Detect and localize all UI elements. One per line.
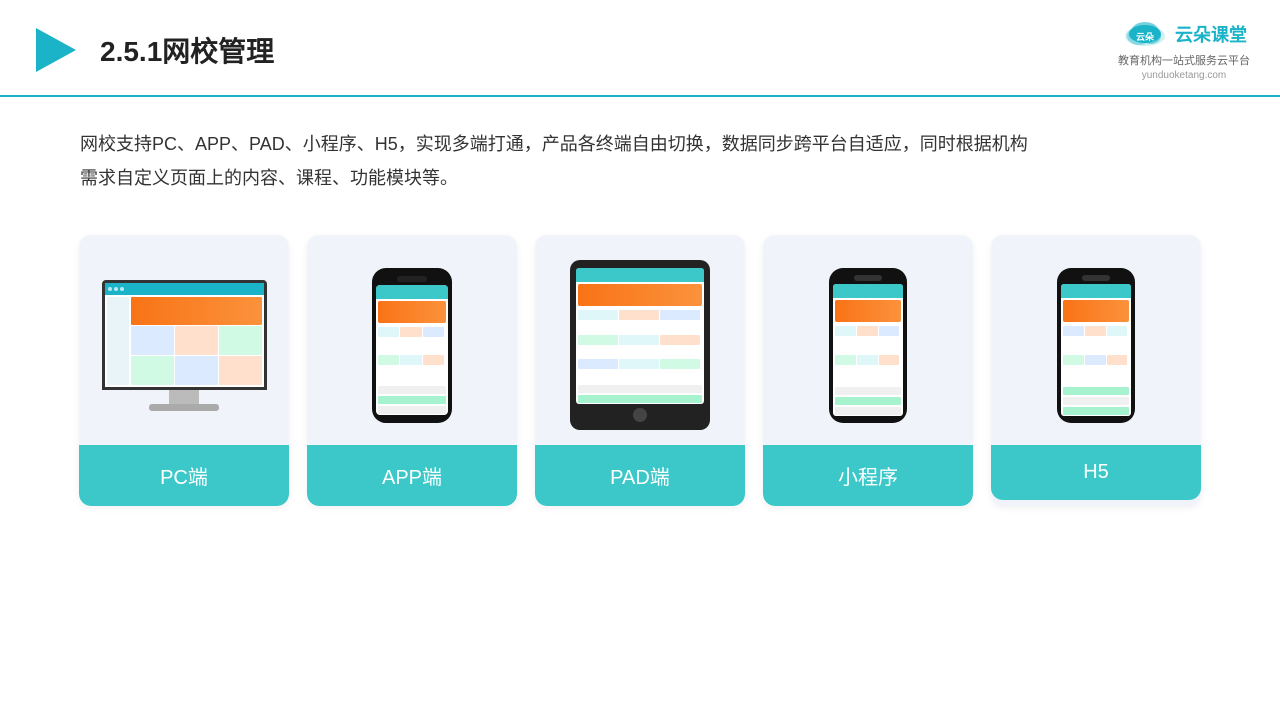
page-title: 2.5.1网校管理 (100, 30, 274, 70)
phone-screen-app (376, 285, 448, 415)
card-pad-label: PAD端 (535, 445, 745, 506)
phone-sm-screen (833, 284, 903, 416)
card-miniapp-image (763, 235, 973, 445)
card-miniapp-label: 小程序 (763, 445, 973, 506)
card-pc: PC端 (79, 235, 289, 506)
header-left: 2.5.1网校管理 (30, 24, 274, 76)
card-pad-image (535, 235, 745, 445)
cloud-icon: 云朵 (1121, 18, 1169, 50)
card-pc-image (79, 235, 289, 445)
card-h5: H5 (991, 235, 1201, 506)
card-miniapp: 小程序 (763, 235, 973, 506)
phone-h5-notch (1082, 275, 1110, 281)
pc-monitor (102, 280, 267, 411)
phone-h5-screen (1061, 284, 1131, 416)
phone-sm-notch (854, 275, 882, 281)
logo-tagline: 教育机构一站式服务云平台 (1118, 52, 1250, 68)
card-app-image (307, 235, 517, 445)
logo-name: 云朵课堂 (1175, 21, 1247, 47)
card-app-label: APP端 (307, 445, 517, 506)
play-icon (30, 24, 82, 76)
card-pad: PAD端 (535, 235, 745, 506)
tablet-mockup (570, 260, 710, 430)
phone-miniapp (829, 268, 907, 423)
card-app: APP端 (307, 235, 517, 506)
tablet-home-button (633, 408, 647, 422)
card-h5-label: H5 (991, 445, 1201, 500)
description: 网校支持PC、APP、PAD、小程序、H5，实现多端打通，产品各终端自由切换，数… (0, 97, 1280, 215)
logo-area: 云朵 云朵课堂 教育机构一站式服务云平台 yunduoketang.com (1118, 18, 1250, 81)
phone-mockup-app (372, 268, 452, 423)
logo-cloud: 云朵 云朵课堂 (1121, 18, 1247, 50)
phone-h5 (1057, 268, 1135, 423)
tablet-screen (576, 268, 704, 404)
header: 2.5.1网校管理 云朵 云朵课堂 教育机构一站式服务云平台 yunduoket… (0, 0, 1280, 97)
card-h5-image (991, 235, 1201, 445)
monitor-screen (102, 280, 267, 390)
card-pc-label: PC端 (79, 445, 289, 506)
logo-url: yunduoketang.com (1142, 70, 1227, 81)
cards-container: PC端 (0, 225, 1280, 536)
description-text2: 需求自定义页面上的内容、课程、功能模块等。 (80, 161, 1200, 195)
description-text: 网校支持PC、APP、PAD、小程序、H5，实现多端打通，产品各终端自由切换，数… (80, 127, 1200, 161)
phone-notch (397, 276, 427, 282)
svg-text:云朵: 云朵 (1136, 32, 1155, 42)
